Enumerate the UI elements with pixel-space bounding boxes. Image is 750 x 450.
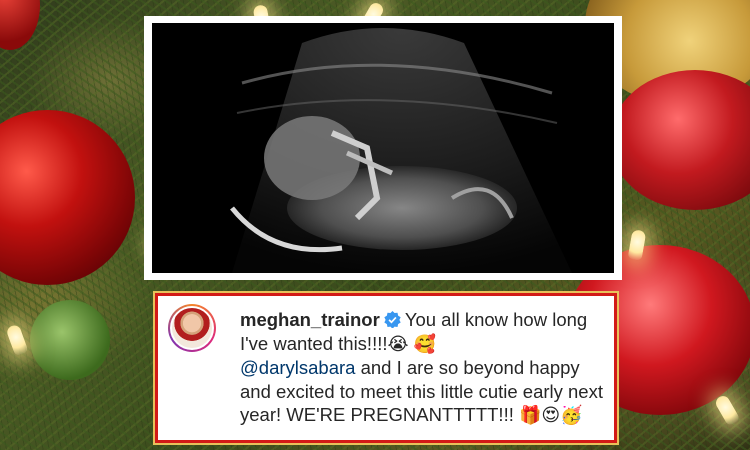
- ultrasound-photo-frame: [144, 16, 622, 280]
- avatar-photo: [170, 306, 214, 350]
- verified-badge-icon: [384, 311, 401, 328]
- green-ornament-bottom-left: [30, 300, 110, 380]
- gift-emoji: 🎁: [519, 405, 542, 426]
- heart-eyes-emoji: 😍: [541, 405, 561, 426]
- profile-avatar[interactable]: [168, 304, 216, 352]
- instagram-caption-card: meghan_trainor You all know how long I've…: [155, 293, 617, 443]
- mention-link[interactable]: @darylsabara: [240, 357, 355, 378]
- username-link[interactable]: meghan_trainor: [240, 309, 380, 330]
- crying-face-emoji: 😭: [387, 333, 409, 355]
- smiling-hearts-emoji: 🥰: [413, 333, 437, 355]
- ultrasound-scan-graphic: [152, 23, 614, 273]
- post-caption: meghan_trainor You all know how long I've…: [240, 308, 610, 428]
- party-face-emoji: 🥳: [560, 405, 583, 426]
- ultrasound-image: [152, 23, 614, 273]
